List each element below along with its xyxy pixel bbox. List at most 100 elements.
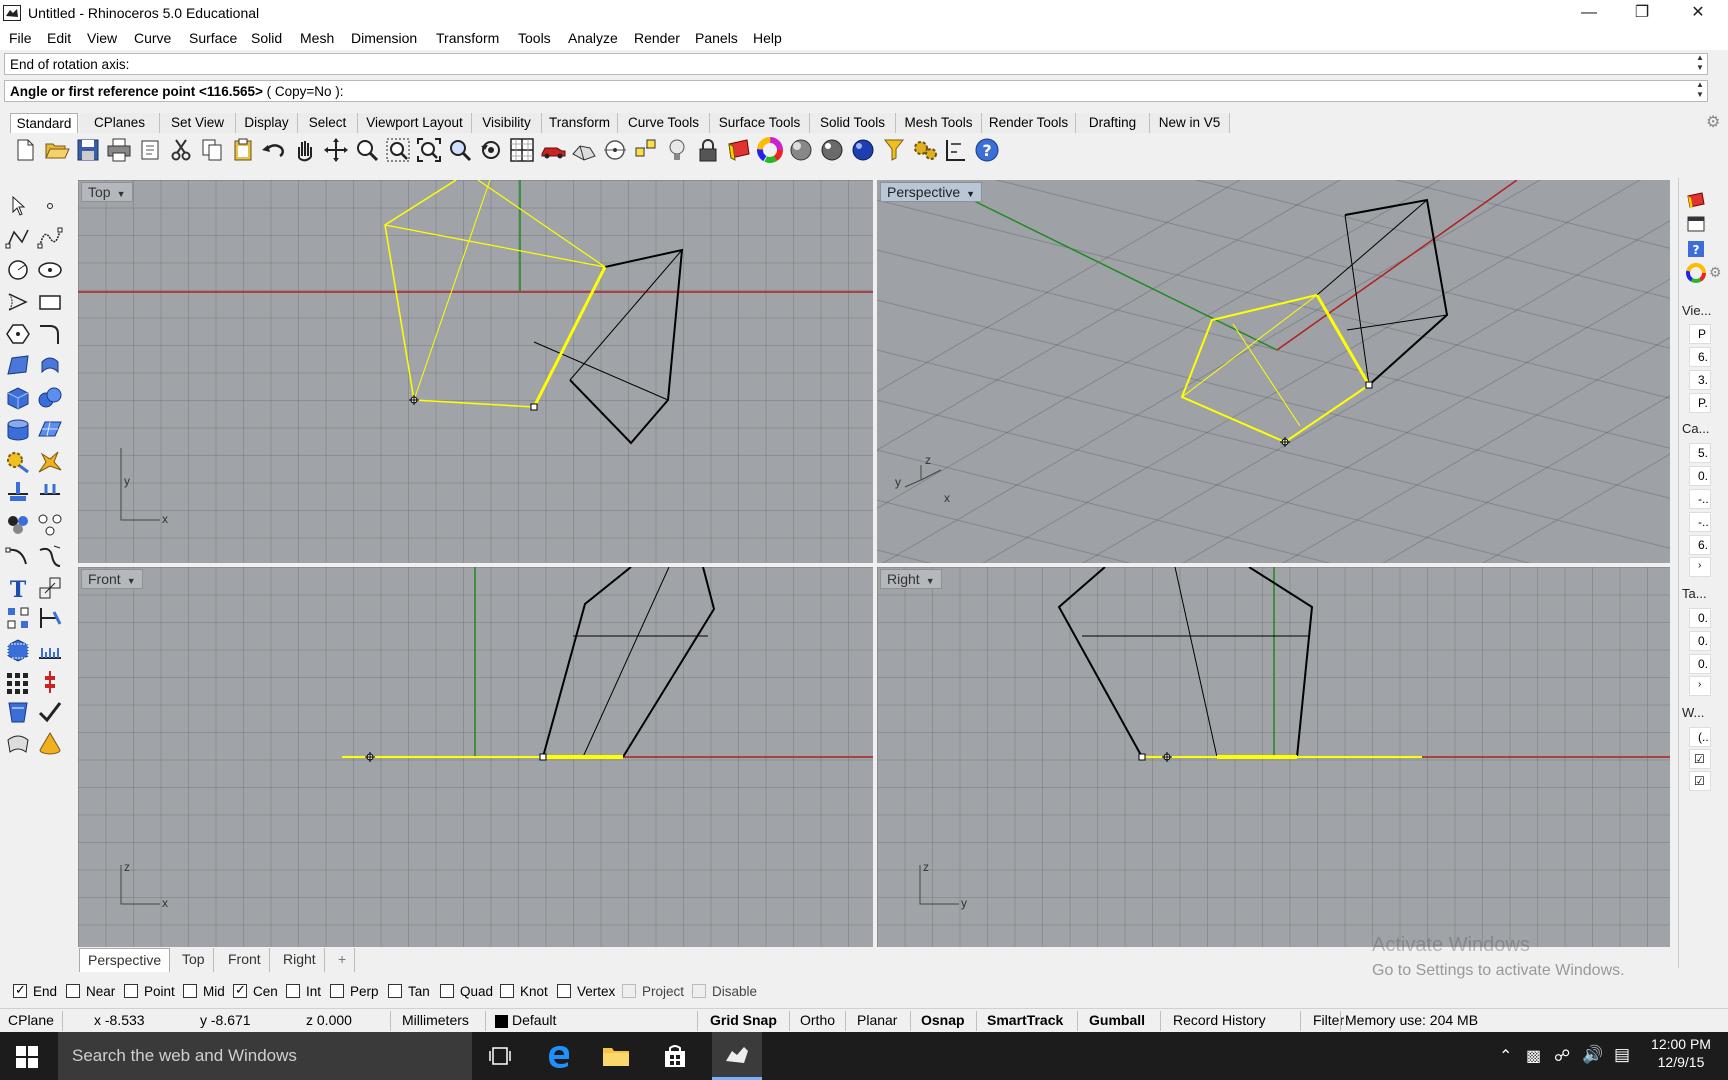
- print-icon[interactable]: [105, 136, 133, 164]
- rotate-camera-icon[interactable]: [477, 136, 505, 164]
- menu-transform[interactable]: Transform: [436, 30, 499, 46]
- cplane-icon[interactable]: [601, 136, 629, 164]
- panel-gear-icon[interactable]: ⚙: [1709, 264, 1722, 281]
- undo-icon[interactable]: [260, 136, 288, 164]
- circle-icon[interactable]: [4, 256, 32, 284]
- viewport-tab-top[interactable]: Top: [174, 948, 214, 972]
- cut-icon[interactable]: [167, 136, 195, 164]
- viewport-front[interactable]: z x Front ▼: [78, 567, 873, 947]
- drape-surface-icon[interactable]: [4, 730, 32, 758]
- box-edit-icon[interactable]: [4, 636, 32, 664]
- taskbar-search-box[interactable]: Search the web and Windows: [58, 1032, 472, 1080]
- taskbar-clock[interactable]: 12:00 PM 12/9/15: [1648, 1036, 1714, 1070]
- osnap-perp-checkbox[interactable]: [330, 984, 344, 998]
- panel-expand-chevron-icon[interactable]: ›: [1689, 557, 1711, 577]
- dimension-linear-icon[interactable]: [36, 604, 64, 632]
- menu-curve[interactable]: Curve: [134, 30, 171, 46]
- import-icon[interactable]: [136, 136, 164, 164]
- panel-value[interactable]: 0.: [1689, 608, 1711, 628]
- panel-expand-chevron-icon[interactable]: ›: [1689, 676, 1711, 696]
- panel-value[interactable]: (..: [1689, 727, 1711, 747]
- menu-panels[interactable]: Panels: [695, 30, 738, 46]
- tab-mesh-tools[interactable]: Mesh Tools: [896, 113, 982, 133]
- menu-help[interactable]: Help: [753, 30, 782, 46]
- menu-surface[interactable]: Surface: [189, 30, 237, 46]
- help-icon[interactable]: ?: [973, 136, 1001, 164]
- tab-drafting[interactable]: Drafting: [1076, 113, 1150, 133]
- boolean-union-icon[interactable]: [36, 384, 64, 412]
- command-options[interactable]: ( Copy=No ):: [263, 84, 344, 99]
- status-units[interactable]: Millimeters: [402, 1012, 469, 1028]
- grid-ruler-icon[interactable]: [36, 636, 64, 664]
- osnap-vertex[interactable]: Vertex: [557, 984, 615, 999]
- viewport-label-perspective[interactable]: Perspective ▼: [880, 182, 983, 202]
- group-icon[interactable]: [4, 510, 32, 538]
- gumball-toggle[interactable]: Gumball: [1089, 1012, 1145, 1028]
- osnap-mid-checkbox[interactable]: [183, 984, 197, 998]
- viewport-top[interactable]: y x Top ▼: [78, 180, 873, 563]
- viewport-right[interactable]: z y Right ▼: [877, 567, 1670, 947]
- osnap-tan[interactable]: Tan: [388, 984, 430, 999]
- arc-icon[interactable]: [4, 288, 32, 316]
- ungroup-icon[interactable]: [36, 510, 64, 538]
- panel-value[interactable]: 6.: [1689, 347, 1711, 367]
- menu-dimension[interactable]: Dimension: [351, 30, 417, 46]
- menu-edit[interactable]: Edit: [47, 30, 71, 46]
- osnap-tan-checkbox[interactable]: [388, 984, 402, 998]
- close-button[interactable]: ✕: [1670, 0, 1726, 26]
- tab-display[interactable]: Display: [236, 113, 298, 133]
- osnap-near-checkbox[interactable]: [66, 984, 80, 998]
- snap-icon[interactable]: [632, 136, 660, 164]
- tray-chevron-up-icon[interactable]: ⌃: [1499, 1046, 1512, 1066]
- blue-sphere-icon[interactable]: [849, 136, 877, 164]
- store-icon[interactable]: [662, 1044, 688, 1068]
- tab-transform[interactable]: Transform: [542, 113, 618, 133]
- pan-icon[interactable]: [291, 136, 319, 164]
- paste-icon[interactable]: [229, 136, 257, 164]
- osnap-toggle[interactable]: Osnap: [921, 1012, 965, 1028]
- panel-checkbox[interactable]: ☑: [1689, 771, 1711, 791]
- osnap-int[interactable]: Int: [286, 984, 321, 999]
- zoom-window-icon[interactable]: [384, 136, 412, 164]
- cylinder-icon[interactable]: [4, 416, 32, 444]
- lock-icon[interactable]: [694, 136, 722, 164]
- chevron-down-icon[interactable]: ▼: [127, 576, 136, 586]
- viewport-perspective[interactable]: z y x Perspective ▼: [877, 180, 1670, 563]
- chevron-down-icon[interactable]: ▼: [966, 189, 975, 199]
- command-line[interactable]: Angle or first reference point <116.565>…: [4, 80, 1708, 102]
- panel-value[interactable]: 0.: [1689, 466, 1711, 486]
- viewport-label-front[interactable]: Front ▼: [81, 569, 143, 589]
- osnap-disable-checkbox[interactable]: [692, 984, 706, 998]
- polyline-icon[interactable]: [4, 224, 32, 252]
- curve-icon[interactable]: [36, 224, 64, 252]
- rectangle-icon[interactable]: [36, 288, 64, 316]
- osnap-quad[interactable]: Quad: [440, 984, 493, 999]
- osnap-int-checkbox[interactable]: [286, 984, 300, 998]
- osnap-mid[interactable]: Mid: [183, 984, 225, 999]
- osnap-end[interactable]: End: [13, 982, 57, 999]
- viewport-label-top[interactable]: Top ▼: [81, 182, 133, 202]
- polygon-icon[interactable]: [4, 320, 32, 348]
- add-viewport-tab-plus-icon[interactable]: +: [330, 948, 356, 972]
- array-icon[interactable]: [4, 604, 32, 632]
- osnap-cen[interactable]: Cen: [233, 982, 278, 999]
- panel-value[interactable]: P: [1689, 324, 1711, 344]
- osnap-quad-checkbox[interactable]: [440, 984, 454, 998]
- windows-start-icon[interactable]: [16, 1046, 38, 1068]
- tab-viewport-layout[interactable]: Viewport Layout: [358, 113, 472, 133]
- osnap-point-checkbox[interactable]: [124, 984, 138, 998]
- panel-value[interactable]: 0.: [1689, 654, 1711, 674]
- zoom-icon[interactable]: [353, 136, 381, 164]
- osnap-vertex-checkbox[interactable]: [557, 984, 571, 998]
- point-icon[interactable]: [36, 192, 64, 220]
- osnap-knot[interactable]: Knot: [500, 984, 548, 999]
- check-icon[interactable]: [36, 698, 64, 726]
- layer-icon[interactable]: [725, 136, 753, 164]
- fillet-edge-icon[interactable]: [4, 542, 32, 570]
- osnap-point[interactable]: Point: [124, 984, 175, 999]
- menu-file[interactable]: File: [9, 30, 32, 46]
- scale-icon[interactable]: [36, 574, 64, 602]
- explode-icon[interactable]: [36, 448, 64, 476]
- menu-mesh[interactable]: Mesh: [300, 30, 334, 46]
- copy-icon[interactable]: [198, 136, 226, 164]
